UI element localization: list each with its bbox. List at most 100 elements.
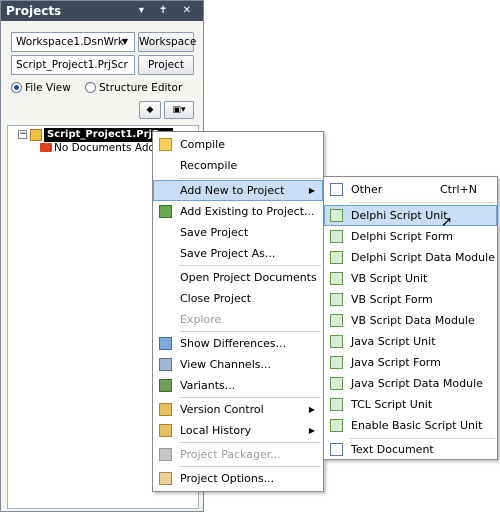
collapse-icon[interactable]: − — [18, 130, 27, 139]
menu-item-view-channels[interactable]: View Channels... — [153, 354, 323, 375]
menu-item-label: Project Packager... — [180, 448, 281, 461]
menu-item-close-project[interactable]: Close Project — [153, 288, 323, 309]
menu-item-label: Compile — [180, 138, 225, 151]
radio-file-view[interactable]: File View — [11, 81, 71, 95]
menu-item-label: Explore — [180, 313, 222, 326]
project-context-menu: Compile Recompile Add New to Project ▶ Ad… — [152, 131, 324, 492]
radio-structure-editor[interactable]: Structure Editor — [85, 81, 182, 95]
submenu-item-vb-script-form[interactable]: VB Script Form — [324, 289, 497, 310]
submenu-item-label: VB Script Data Module — [351, 314, 475, 327]
submenu-arrow-icon: ▶ — [308, 426, 315, 435]
menu-item-label: Add Existing to Project... — [180, 205, 315, 218]
workspace-value: Workspace1.DsnWrk — [16, 36, 124, 48]
script-form-icon — [330, 230, 343, 243]
titlebar-controls-icon[interactable]: ▾ ✝ ✕ — [139, 1, 197, 21]
compile-icon — [159, 138, 172, 151]
project-button[interactable]: Project — [138, 55, 194, 75]
menu-item-local-history[interactable]: Local History ▶ — [153, 420, 323, 441]
add-existing-icon — [159, 205, 172, 218]
document-options-button[interactable]: ▣▾ — [164, 101, 194, 119]
workspace-button[interactable]: Workspace — [138, 32, 196, 52]
script-form-icon — [330, 356, 343, 369]
menu-item-label: View Channels... — [180, 358, 271, 371]
workspace-select[interactable]: Workspace1.DsnWrk ▼ — [11, 32, 135, 52]
document-icon — [330, 183, 343, 196]
submenu-item-java-script-form[interactable]: Java Script Form — [324, 352, 497, 373]
panel-titlebar: Projects ▾ ✝ ✕ — [1, 1, 203, 21]
submenu-item-label: Delphi Script Unit — [351, 209, 448, 222]
submenu-item-delphi-script-data-module[interactable]: Delphi Script Data Module — [324, 247, 497, 268]
submenu-item-enable-basic-script-unit[interactable]: Enable Basic Script Unit — [324, 415, 497, 436]
script-unit-icon — [330, 419, 343, 432]
project-field[interactable]: Script_Project1.PrjScr — [11, 55, 135, 75]
submenu-item-label: VB Script Unit — [351, 272, 428, 285]
menu-item-label: Local History — [180, 424, 252, 437]
layers-icon: ◆ — [146, 105, 154, 115]
menu-item-save-project[interactable]: Save Project — [153, 222, 323, 243]
menu-item-label: Close Project — [180, 292, 252, 305]
menu-item-explore[interactable]: Explore — [153, 309, 323, 330]
submenu-item-label: VB Script Form — [351, 293, 433, 306]
submenu-item-label: Other — [351, 183, 383, 196]
submenu-item-text-document[interactable]: Text Document — [324, 439, 497, 460]
project-options-icon — [159, 472, 172, 485]
submenu-item-label: TCL Script Unit — [351, 398, 433, 411]
submenu-item-label: Delphi Script Form — [351, 230, 453, 243]
radio-structure-editor-label: Structure Editor — [99, 82, 183, 94]
menu-item-recompile[interactable]: Recompile — [153, 155, 323, 176]
menu-item-version-control[interactable]: Version Control ▶ — [153, 399, 323, 420]
submenu-item-java-script-data-module[interactable]: Java Script Data Module — [324, 373, 497, 394]
menu-item-project-options[interactable]: Project Options... — [153, 468, 323, 489]
menu-item-label: Show Differences... — [180, 337, 287, 350]
submenu-item-delphi-script-unit[interactable]: Delphi Script Unit — [324, 205, 497, 226]
radio-unselected-icon — [85, 82, 96, 93]
submenu-item-vb-script-unit[interactable]: VB Script Unit — [324, 268, 497, 289]
menu-divider — [179, 466, 321, 467]
script-data-module-icon — [330, 251, 343, 264]
menu-divider — [179, 397, 321, 398]
view-channels-icon — [159, 358, 172, 371]
add-new-submenu: Other Ctrl+N Delphi Script Unit Delphi Sc… — [323, 176, 498, 460]
menu-item-variants[interactable]: Variants... — [153, 375, 323, 396]
submenu-arrow-icon: ▶ — [308, 186, 315, 195]
menu-item-label: Add New to Project — [180, 184, 285, 197]
script-unit-icon — [330, 209, 343, 222]
dropdown-arrow-icon: ▼ — [121, 37, 128, 46]
menu-item-open-project-documents[interactable]: Open Project Documents — [153, 267, 323, 288]
panel-title: Projects — [6, 4, 62, 18]
show-differences-icon — [159, 337, 172, 350]
submenu-item-java-script-unit[interactable]: Java Script Unit — [324, 331, 497, 352]
submenu-item-label: Java Script Data Module — [351, 377, 483, 390]
script-form-icon — [330, 293, 343, 306]
submenu-item-label: Delphi Script Data Module — [351, 251, 495, 264]
menu-item-show-differences[interactable]: Show Differences... — [153, 333, 323, 354]
menu-item-label: Variants... — [180, 379, 236, 392]
menu-item-project-packager[interactable]: Project Packager... — [153, 444, 323, 465]
script-project-icon — [30, 129, 42, 141]
submenu-item-other[interactable]: Other Ctrl+N — [324, 179, 497, 200]
menu-item-add-existing[interactable]: Add Existing to Project... — [153, 201, 323, 222]
menu-item-add-new-to-project[interactable]: Add New to Project ▶ — [153, 180, 323, 201]
radio-selected-icon — [11, 82, 22, 93]
script-data-module-icon — [330, 314, 343, 327]
menu-divider — [350, 202, 495, 203]
menu-item-save-project-as[interactable]: Save Project As... — [153, 243, 323, 264]
menu-item-compile[interactable]: Compile — [153, 134, 323, 155]
menu-item-label: Save Project — [180, 226, 249, 239]
project-packager-icon — [159, 448, 172, 461]
menu-item-label: Save Project As... — [180, 247, 276, 260]
submenu-item-label: Enable Basic Script Unit — [351, 419, 483, 432]
submenu-item-delphi-script-form[interactable]: Delphi Script Form — [324, 226, 497, 247]
script-data-module-icon — [330, 377, 343, 390]
project-value: Script_Project1.PrjScr — [16, 59, 128, 71]
submenu-item-vb-script-data-module[interactable]: VB Script Data Module — [324, 310, 497, 331]
submenu-item-label: Java Script Form — [351, 356, 441, 369]
script-unit-icon — [330, 335, 343, 348]
layers-icon-button[interactable]: ◆ — [139, 101, 161, 119]
variants-icon — [159, 379, 172, 392]
folder-icon — [40, 143, 52, 152]
version-control-lock-icon — [159, 403, 172, 416]
document-options-icon: ▣▾ — [172, 105, 186, 115]
text-document-icon — [330, 443, 343, 456]
submenu-item-tcl-script-unit[interactable]: TCL Script Unit — [324, 394, 497, 415]
